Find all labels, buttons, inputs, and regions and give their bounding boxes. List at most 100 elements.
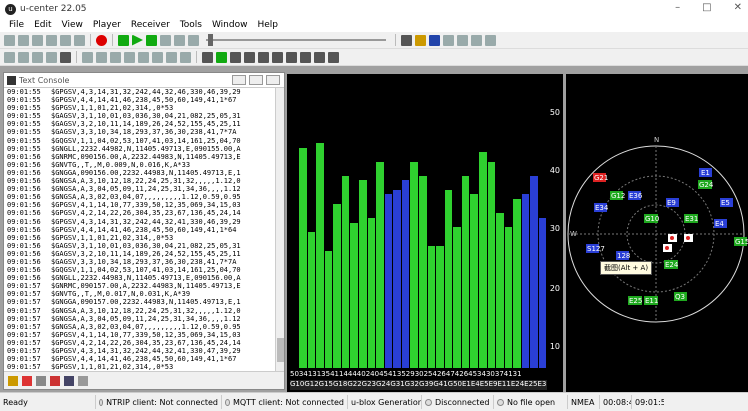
menu-help[interactable]: Help xyxy=(252,20,283,30)
console-restore-button[interactable] xyxy=(249,75,263,85)
console-line-message: $GNGGA,090156.00,2232.44983,N,11405.4971… xyxy=(51,168,241,177)
mqtt-status-icon xyxy=(225,398,230,406)
filter-icon[interactable] xyxy=(36,375,46,386)
console-line: 09:01:56 $GNGGA,090156.00,2232.44983,N,11… xyxy=(7,169,276,177)
play-icon[interactable] xyxy=(132,34,143,46)
console-line: 09:01:55 $GNGLL,2232.44982,N,11405.49713,… xyxy=(7,145,276,153)
port-icon[interactable] xyxy=(46,34,57,46)
menu-window[interactable]: Window xyxy=(207,20,253,30)
console-minimize-button[interactable] xyxy=(232,75,246,85)
paste-icon[interactable] xyxy=(485,34,496,46)
signal-bar xyxy=(401,180,410,368)
maximize-button[interactable]: □ xyxy=(702,2,711,13)
console-line-message: $GAGSV,3,3,10,34,18,293,37,36,30,238,41,… xyxy=(51,257,237,266)
connect-icon[interactable] xyxy=(4,34,15,46)
view-icon-23[interactable] xyxy=(328,51,339,63)
save-log-icon[interactable] xyxy=(64,375,74,386)
lock-icon[interactable] xyxy=(8,375,18,386)
status-mqtt[interactable]: MQTT client: Not connected xyxy=(222,395,348,409)
view-icon-2[interactable] xyxy=(18,51,29,63)
cut-icon[interactable] xyxy=(457,34,468,46)
console-line-time: 09:01:55 xyxy=(7,120,41,129)
svg-text:Q3: Q3 xyxy=(675,293,685,301)
signal-bar xyxy=(504,227,513,368)
baud-icon[interactable] xyxy=(18,34,29,46)
status-ntrip[interactable]: NTRIP client: Not connected xyxy=(96,395,222,409)
menu-edit[interactable]: Edit xyxy=(29,20,56,30)
text-console-window[interactable]: Text Console 09:01:55 $GPGSV,4,3,14,31,32… xyxy=(3,72,285,390)
console-scrollbar[interactable] xyxy=(275,88,284,372)
console-line: 09:01:55 $GPGSV,4,3,14,31,32,242,44,32,46… xyxy=(7,88,276,96)
console-line-message: $GPGSV,4,4,14,41,46,238,45,50,60,149,41,… xyxy=(51,355,237,364)
ntrip-icon[interactable] xyxy=(74,34,85,46)
step-forward-icon[interactable] xyxy=(174,34,185,46)
skip-end-icon[interactable] xyxy=(188,34,199,46)
view-icon-21[interactable] xyxy=(300,51,311,63)
view-icon-22[interactable] xyxy=(314,51,325,63)
view-icon-3[interactable] xyxy=(32,51,43,63)
svg-text:G12: G12 xyxy=(611,192,625,200)
view-icon-5[interactable] xyxy=(60,51,71,63)
fast-forward-icon[interactable] xyxy=(146,34,157,46)
console-close-button[interactable] xyxy=(266,75,280,85)
view-icon-14[interactable] xyxy=(202,51,213,63)
playback-slider[interactable] xyxy=(206,34,386,46)
console-line-time: 09:01:57 xyxy=(7,314,41,323)
record-icon[interactable] xyxy=(96,34,107,46)
view-icon-13[interactable] xyxy=(180,51,191,63)
view-icon-9[interactable] xyxy=(124,51,135,63)
console-line: 09:01:55 $GQGSV,1,1,04,02,53,107,41,03,14… xyxy=(7,137,276,145)
new-file-icon[interactable] xyxy=(401,34,412,46)
autobaud-icon[interactable] xyxy=(32,34,43,46)
view-icon-6[interactable] xyxy=(82,51,93,63)
console-line-message: $GPGSV,4,4,14,41,46,238,45,50,60,149,41,… xyxy=(51,225,237,234)
console-line-time: 09:01:57 xyxy=(7,330,41,339)
console-line: 09:01:56 $GAGSV,3,2,10,11,14,189,26,24,52… xyxy=(7,250,276,258)
view-icon-8[interactable] xyxy=(110,51,121,63)
status-protocol: NMEA xyxy=(568,395,600,409)
signal-bar xyxy=(299,147,307,368)
step-back-icon[interactable] xyxy=(160,34,171,46)
file-status-icon xyxy=(497,398,504,406)
highlight-icon[interactable] xyxy=(50,375,60,386)
console-text-area[interactable]: 09:01:55 $GPGSV,4,3,14,31,32,242,44,32,46… xyxy=(4,88,276,372)
console-line: 09:01:55 $GPGSV,4,4,14,41,46,238,45,50,60… xyxy=(7,96,276,104)
copy-icon[interactable] xyxy=(471,34,482,46)
view-icon-12[interactable] xyxy=(166,51,177,63)
console-line-time: 09:01:56 xyxy=(7,257,41,266)
signal-bar xyxy=(419,175,427,368)
view-icon-10[interactable] xyxy=(138,51,149,63)
network-icon[interactable] xyxy=(60,34,71,46)
text-console-titlebar[interactable]: Text Console xyxy=(4,73,284,88)
minimize-button[interactable]: – xyxy=(675,2,680,13)
view-icon-1[interactable] xyxy=(4,51,15,63)
view-icon-16[interactable] xyxy=(230,51,241,63)
console-line-time: 09:01:56 xyxy=(7,201,41,210)
menu-receiver[interactable]: Receiver xyxy=(126,20,175,30)
close-button[interactable]: ✕ xyxy=(734,2,742,13)
view-icon-4[interactable] xyxy=(46,51,57,63)
console-line-time: 09:01:56 xyxy=(7,274,41,283)
clear-icon[interactable] xyxy=(22,375,32,386)
view-icon-18[interactable] xyxy=(258,51,269,63)
menu-view[interactable]: View xyxy=(57,20,88,30)
menu-player[interactable]: Player xyxy=(88,20,126,30)
save-icon[interactable] xyxy=(429,34,440,46)
view-icon-11[interactable] xyxy=(152,51,163,63)
svg-text:E24: E24 xyxy=(665,261,679,269)
pause-log-icon[interactable] xyxy=(78,375,88,386)
view-icon-19[interactable] xyxy=(272,51,283,63)
svg-text:E1: E1 xyxy=(701,169,710,177)
view-icon-17[interactable] xyxy=(244,51,255,63)
console-line: 09:01:56 $GAGSV,3,1,10,01,03,036,30,04,21… xyxy=(7,242,276,250)
open-file-icon[interactable] xyxy=(415,34,426,46)
console-line-time: 09:01:56 xyxy=(7,193,41,202)
pause-icon[interactable] xyxy=(118,34,129,46)
console-line: 09:01:55 $GAGSV,3,1,10,01,03,036,30,04,21… xyxy=(7,112,276,120)
print-icon[interactable] xyxy=(443,34,454,46)
view-icon-20[interactable] xyxy=(286,51,297,63)
menu-file[interactable]: File xyxy=(4,20,29,30)
view-icon-7[interactable] xyxy=(96,51,107,63)
menu-tools[interactable]: Tools xyxy=(175,20,207,30)
view-icon-15[interactable] xyxy=(216,51,227,63)
